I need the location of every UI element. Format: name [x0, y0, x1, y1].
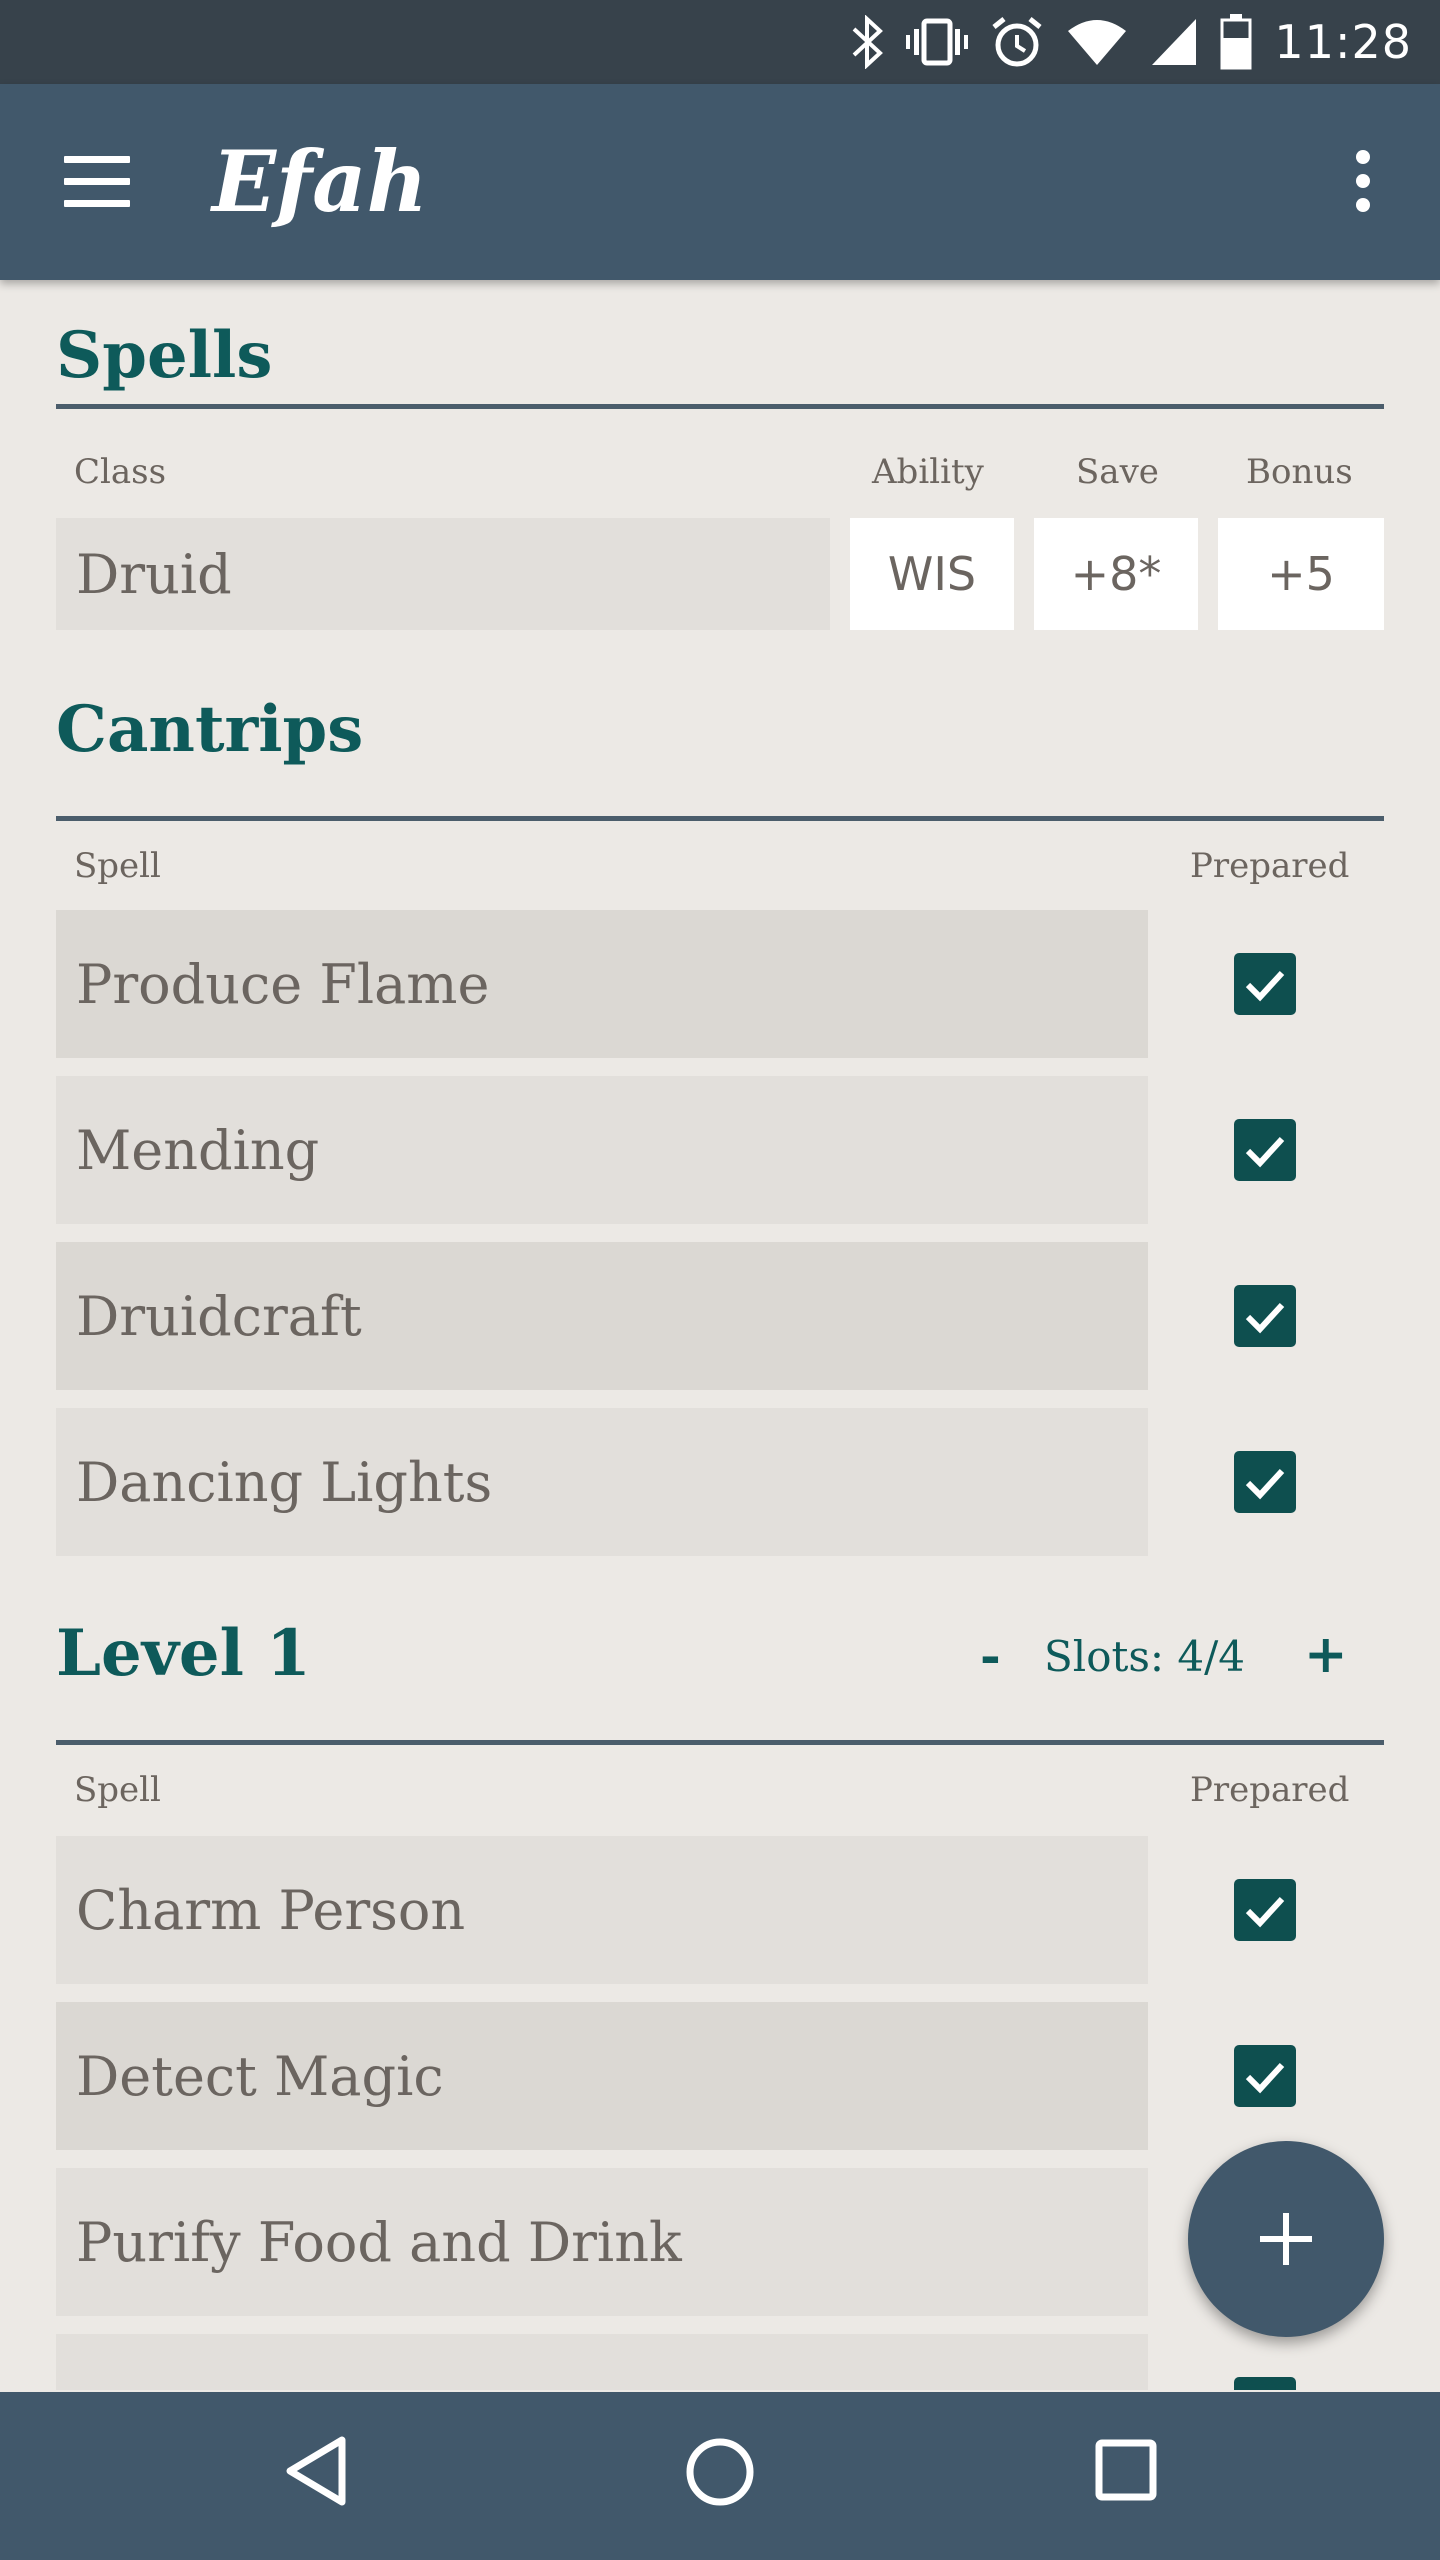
signal-icon: [1152, 19, 1197, 65]
spell-row[interactable]: Mending: [56, 1076, 1148, 1224]
spell-row[interactable]: Charm Person: [56, 1836, 1148, 1984]
save-label: Save: [1076, 452, 1159, 492]
section-divider: [56, 816, 1384, 821]
ability-field[interactable]: WIS: [850, 518, 1014, 630]
battery-icon: [1220, 14, 1252, 70]
navigation-bar: [0, 2392, 1440, 2560]
checkmark-icon: [1245, 1896, 1285, 1928]
plus-icon: [1260, 2213, 1312, 2265]
bonus-label: Bonus: [1246, 452, 1353, 492]
prepared-checkbox[interactable]: [1234, 2377, 1296, 2390]
checkmark-icon: [1245, 1468, 1285, 1500]
spell-row[interactable]: Purify Food and Drink: [56, 2168, 1148, 2316]
back-icon[interactable]: [284, 2434, 348, 2508]
prepared-column-label: Prepared: [1190, 846, 1350, 886]
cantrips-section-title: Cantrips: [56, 692, 364, 767]
class-label: Class: [74, 452, 167, 492]
spell-row[interactable]: Druidcraft: [56, 1242, 1148, 1390]
spell-row[interactable]: Dancing Lights: [56, 1408, 1148, 1556]
checkmark-icon: [1242, 2385, 1288, 2390]
level1-section-title: Level 1: [56, 1616, 311, 1691]
app-title: Efah: [212, 132, 428, 231]
wifi-icon: [1068, 20, 1127, 65]
class-field[interactable]: Druid: [56, 518, 830, 630]
prepared-checkbox[interactable]: [1234, 1285, 1296, 1347]
status-bar: 11:28: [0, 0, 1440, 84]
prepared-column-label: Prepared: [1190, 1770, 1350, 1810]
section-divider: [56, 404, 1384, 409]
recents-icon[interactable]: [1094, 2438, 1158, 2502]
prepared-checkbox[interactable]: [1234, 2045, 1296, 2107]
prepared-checkbox[interactable]: [1234, 1879, 1296, 1941]
ability-label: Ability: [872, 452, 984, 492]
slot-increase-button[interactable]: +: [1304, 1624, 1348, 1685]
prepared-checkbox[interactable]: [1234, 953, 1296, 1015]
bluetooth-icon: [853, 15, 884, 69]
prepared-checkbox[interactable]: [1234, 1451, 1296, 1513]
spell-row[interactable]: Detect Magic: [56, 2002, 1148, 2150]
slot-decrease-button[interactable]: -: [980, 1626, 1001, 1685]
status-time: 11:28: [1274, 15, 1412, 69]
app-bar: Efah: [0, 84, 1440, 280]
checkmark-icon: [1245, 2062, 1285, 2094]
add-spell-button[interactable]: [1188, 2141, 1384, 2337]
menu-icon[interactable]: [64, 156, 130, 208]
prepared-checkbox[interactable]: [1234, 1119, 1296, 1181]
alarm-icon: [992, 17, 1042, 67]
spells-section-title: Spells: [56, 318, 273, 393]
save-field[interactable]: +8*: [1034, 518, 1198, 630]
spell-column-label: Spell: [74, 846, 161, 886]
spell-row[interactable]: [56, 2334, 1148, 2390]
slots-counter: Slots: 4/4: [1044, 1632, 1246, 1681]
status-icons: 11:28: [850, 0, 1412, 84]
checkmark-icon: [1245, 1136, 1285, 1168]
vibrate-icon: [906, 18, 969, 66]
spell-column-label: Spell: [74, 1770, 161, 1810]
section-divider: [56, 1740, 1384, 1745]
spell-row[interactable]: Produce Flame: [56, 910, 1148, 1058]
checkmark-icon: [1245, 970, 1285, 1002]
overflow-menu-icon[interactable]: [1348, 150, 1378, 216]
home-icon[interactable]: [684, 2436, 756, 2508]
bonus-field[interactable]: +5: [1218, 518, 1384, 630]
checkmark-icon: [1245, 1302, 1285, 1334]
spellbook-content[interactable]: Spells Class Ability Save Bonus Druid WI…: [0, 280, 1440, 2390]
